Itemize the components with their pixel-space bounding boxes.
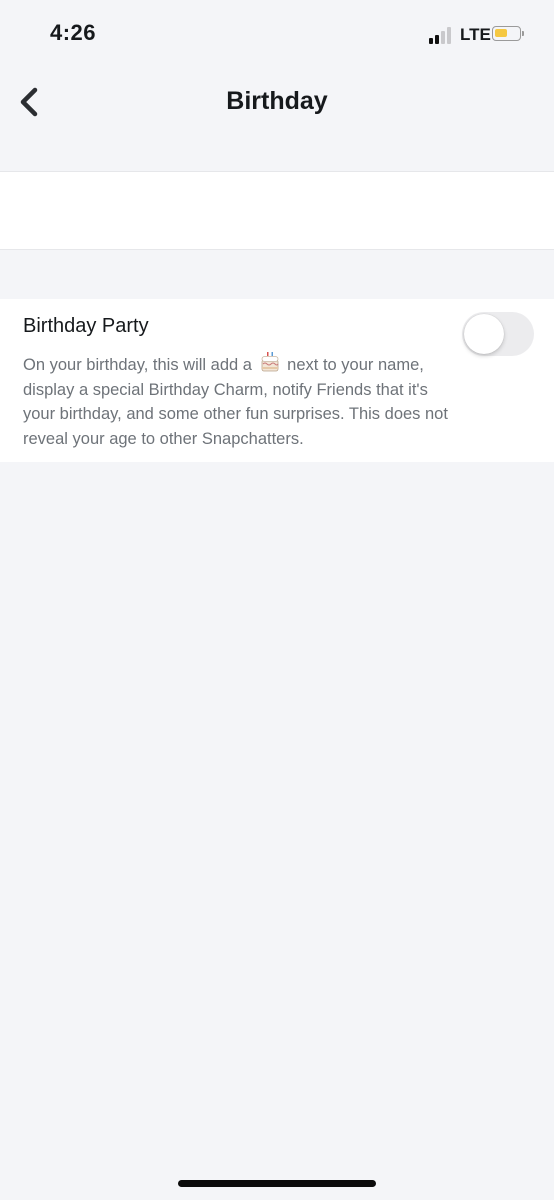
birthday-party-section: Birthday Party On your birthday, this wi… [0, 299, 554, 462]
status-bar: 4:26 LTE [0, 0, 554, 66]
birthday-date-field[interactable] [0, 171, 554, 250]
network-type: LTE [460, 25, 491, 44]
birthday-cake-icon [261, 352, 279, 372]
birthday-party-toggle[interactable] [462, 312, 534, 356]
battery-icon [492, 26, 521, 41]
description-text-start: On your birthday, this will add a [23, 356, 252, 374]
status-time: 4:26 [50, 20, 97, 45]
birthday-party-label: Birthday Party [23, 315, 149, 337]
page-title: Birthday [226, 87, 328, 115]
birthday-party-description: On your birthday, this will add a next t… [23, 351, 463, 451]
battery-cap [522, 31, 524, 36]
toggle-knob [464, 314, 504, 354]
cellular-signal-icon [429, 27, 455, 44]
nav-header: Birthday [0, 66, 554, 138]
home-indicator [178, 1180, 376, 1187]
